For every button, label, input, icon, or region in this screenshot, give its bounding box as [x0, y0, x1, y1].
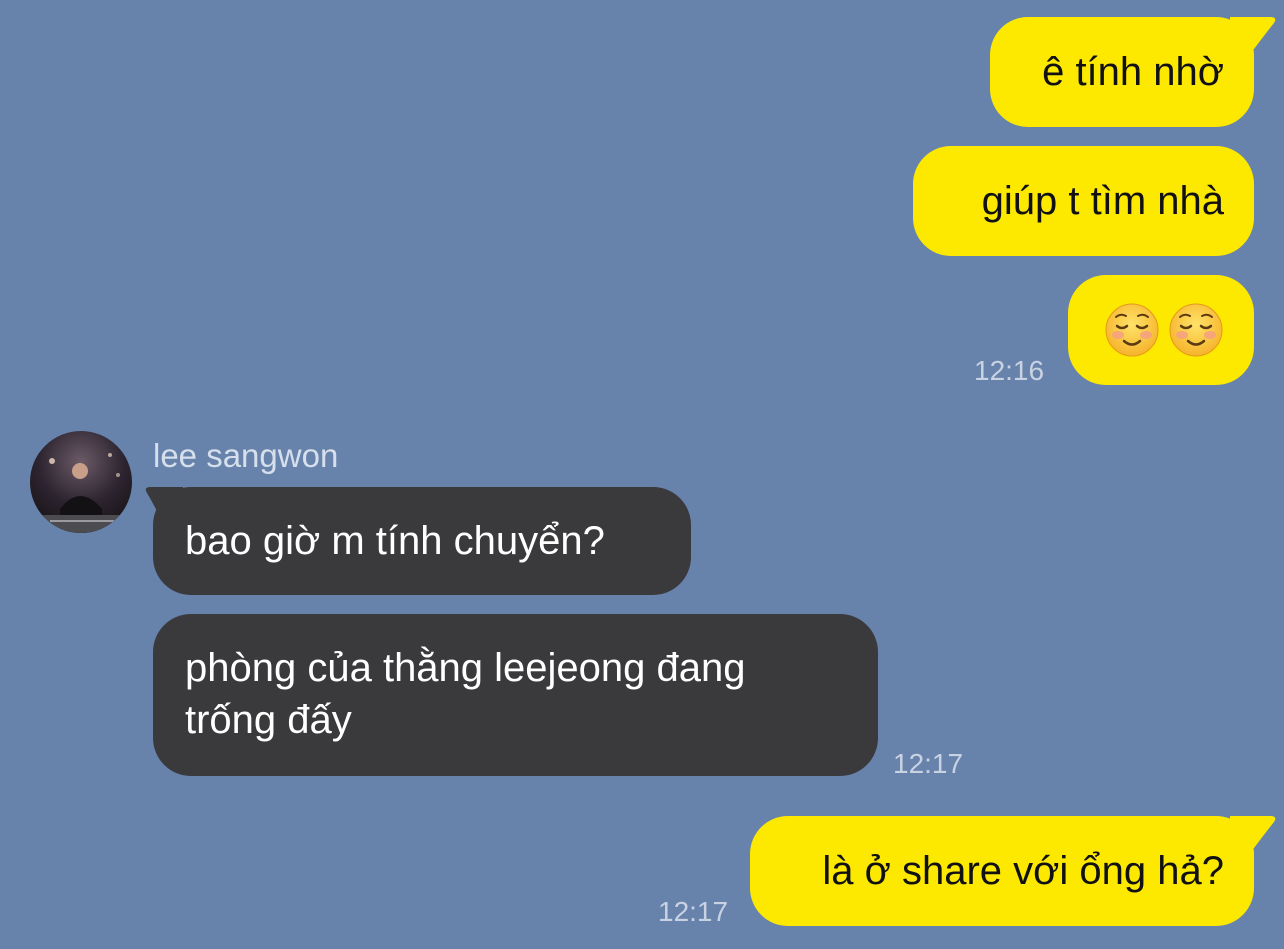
message-text: ê tính nhờ	[1042, 50, 1224, 94]
message-text: bao giờ m tính chuyển?	[185, 519, 605, 563]
outgoing-message-bubble[interactable]: là ở share với ổng hả?	[750, 816, 1254, 926]
avatar[interactable]	[30, 431, 132, 533]
message-timestamp: 12:17	[658, 896, 729, 927]
incoming-message-bubble[interactable]: phòng của thằng leejeong đang trống đấy	[153, 614, 878, 776]
smiling-face-icon	[1169, 303, 1223, 357]
message-text: phòng của thằng leejeong đang trống đấy	[185, 646, 746, 742]
message-text: giúp t tìm nhà	[981, 179, 1224, 223]
smiling-face-icon	[1105, 303, 1159, 357]
outgoing-emoji-bubble[interactable]	[1068, 275, 1254, 385]
incoming-message-bubble[interactable]: bao giờ m tính chuyển?	[153, 487, 691, 595]
message-timestamp: 12:16	[974, 355, 1045, 386]
message-text: là ở share với ổng hả?	[822, 849, 1224, 893]
outgoing-message-bubble[interactable]: ê tính nhờ	[990, 17, 1254, 127]
outgoing-message-bubble[interactable]: giúp t tìm nhà	[913, 146, 1254, 256]
bubble-tail-icon	[1230, 17, 1276, 53]
bubble-tail-icon	[145, 487, 183, 523]
bubble-tail-icon	[1230, 816, 1276, 852]
sender-name: lee sangwon	[153, 437, 339, 474]
profile-photo-icon	[30, 431, 132, 533]
message-timestamp: 12:17	[893, 748, 964, 779]
